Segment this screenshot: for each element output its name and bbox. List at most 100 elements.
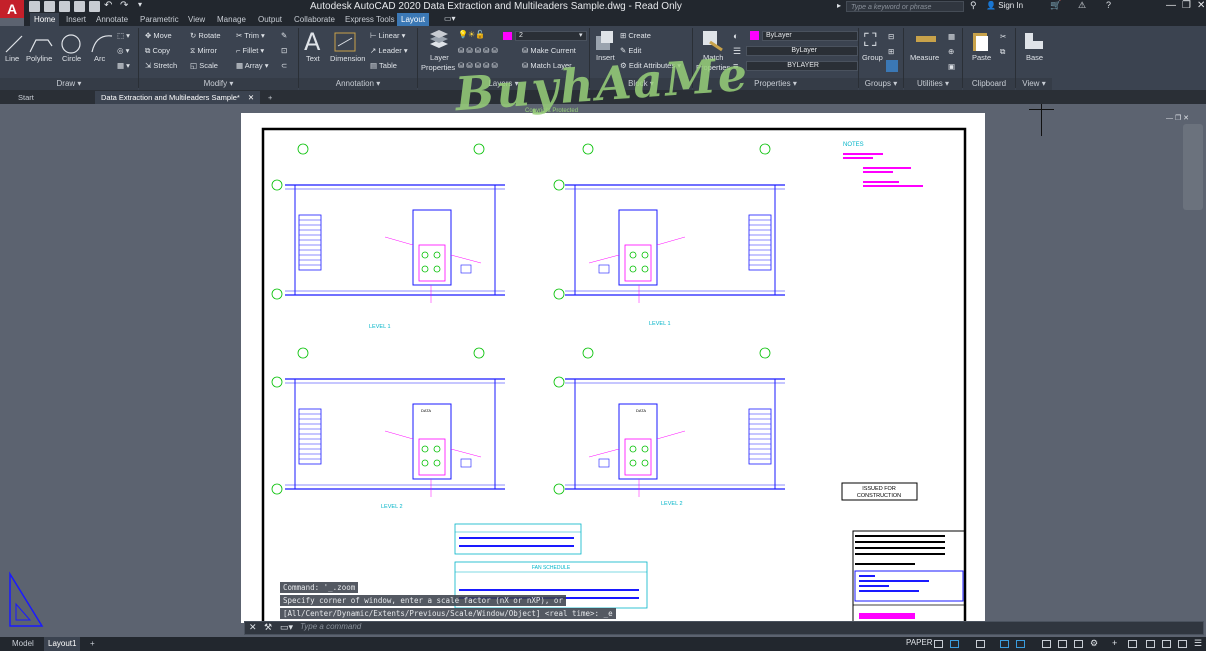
cut-icon[interactable]: ✂ <box>1000 32 1006 41</box>
cart-icon[interactable]: 🛒 <box>1050 0 1061 11</box>
trim-button[interactable]: ✂ Trim ▾ <box>236 31 265 40</box>
search-expand-icon[interactable]: ▸ <box>837 1 841 10</box>
annotation-scale-icon[interactable] <box>1128 640 1137 648</box>
gear-icon[interactable]: ⚙ <box>1090 638 1098 649</box>
binoculars-icon[interactable]: ⚲ <box>970 0 977 11</box>
ortho-icon[interactable] <box>976 640 985 648</box>
offset-icon[interactable]: ⊂ <box>281 61 287 70</box>
utilities-panel-title[interactable]: Utilities ▾ <box>904 78 962 90</box>
restore-icon[interactable]: ❐ <box>1182 0 1191 11</box>
copy-clip-icon[interactable]: ⧉ <box>1000 47 1005 57</box>
scale-button[interactable]: ◱ Scale <box>190 61 218 70</box>
help-search-input[interactable]: Type a keyword or phrase <box>846 1 964 12</box>
model-tab[interactable]: Model <box>12 637 34 651</box>
new-tab-button[interactable]: + <box>262 91 278 104</box>
lineweight-dropdown[interactable]: BYLAYER <box>746 61 858 71</box>
annotation-panel-title[interactable]: Annotation ▾ <box>299 78 417 90</box>
command-line-input[interactable] <box>244 621 1204 635</box>
start-tab[interactable]: Start <box>12 91 40 104</box>
color-dropdown[interactable]: ByLayer <box>762 31 858 41</box>
transparency-icon[interactable] <box>1074 640 1083 648</box>
array-button[interactable]: ▦ Array ▾ <box>236 61 269 70</box>
make-current-button[interactable]: ⛁ Make Current <box>522 46 576 55</box>
open-icon[interactable] <box>44 1 55 12</box>
sign-in-button[interactable]: 👤 Sign In <box>986 1 1023 10</box>
circle-button[interactable]: Circle <box>62 54 81 63</box>
tab-collaborate[interactable]: Collaborate <box>290 13 339 26</box>
tab-insert[interactable]: Insert <box>62 13 90 26</box>
autodesk-account-icon[interactable]: ⚠ <box>1078 0 1086 11</box>
osnap-icon[interactable] <box>1016 640 1025 648</box>
calculator-icon[interactable]: ▦ <box>948 32 955 41</box>
tab-layout[interactable]: Layout <box>397 13 430 26</box>
mirror-button[interactable]: ⧖ Mirror <box>190 46 217 56</box>
leader-dropdown[interactable]: ↗ Leader ▾ <box>370 46 408 55</box>
tab-output[interactable]: Output <box>254 13 286 26</box>
isolate-icon[interactable] <box>1162 640 1171 648</box>
otrack-icon[interactable] <box>1042 640 1051 648</box>
linetype-dropdown[interactable]: ByLayer <box>746 46 858 56</box>
qat-dropdown-icon[interactable]: ▾ <box>138 0 142 9</box>
navigation-bar[interactable] <box>1183 124 1203 210</box>
close-icon[interactable]: ✕ <box>1197 0 1205 11</box>
create-block-button[interactable]: ⊞ Create <box>620 31 651 40</box>
stretch-button[interactable]: ⇲ Stretch <box>145 61 177 70</box>
document-tab[interactable]: Data Extraction and Multileaders Sample*… <box>95 91 261 104</box>
layer-dropdown[interactable]: 2 <box>515 31 587 41</box>
minimize-icon[interactable]: — <box>1166 0 1176 11</box>
tab-manage[interactable]: Manage <box>213 13 250 26</box>
recent-commands-icon[interactable]: ▭▾ <box>280 622 293 633</box>
quick-select-icon[interactable]: ▣ <box>948 62 955 71</box>
view-panel-title[interactable]: View ▾ <box>1016 78 1052 90</box>
arc-button[interactable]: Arc <box>94 54 105 63</box>
save-as-icon[interactable] <box>74 1 85 12</box>
move-button[interactable]: ✥ Move <box>145 31 172 40</box>
tab-view[interactable]: View <box>184 13 209 26</box>
customize-icon[interactable]: ⚒ <box>264 622 272 633</box>
tab-express-tools[interactable]: Express Tools <box>341 13 399 26</box>
tab-parametric[interactable]: Parametric <box>136 13 183 26</box>
redo-icon[interactable]: ↷ <box>120 0 128 11</box>
layer-properties-button-line2[interactable]: Properties <box>421 63 455 72</box>
close-icon[interactable]: ✕ <box>249 622 257 633</box>
polar-icon[interactable] <box>1000 640 1009 648</box>
help-icon[interactable]: ? <box>1106 0 1111 10</box>
group-edit-icon[interactable]: ⊞ <box>888 47 894 56</box>
layer-tools-row1-icons[interactable]: ⛁ ⛁ ⛁ ⛁ ⛁ <box>458 46 498 55</box>
measure-button[interactable]: Measure <box>910 53 939 62</box>
base-button[interactable]: Base <box>1026 53 1043 62</box>
id-point-icon[interactable]: ⊕ <box>948 47 954 56</box>
undo-icon[interactable]: ↶ <box>104 0 112 11</box>
fillet-button[interactable]: ⌐ Fillet ▾ <box>236 46 264 55</box>
tab-annotate[interactable]: Annotate <box>92 13 132 26</box>
close-icon[interactable]: ✕ <box>248 93 254 102</box>
customization-menu-icon[interactable]: ☰ <box>1194 638 1202 649</box>
groups-panel-title[interactable]: Groups ▾ <box>859 78 903 90</box>
layout1-tab[interactable]: Layout1 <box>44 637 81 651</box>
clipboard-panel-title[interactable]: Clipboard <box>963 78 1015 90</box>
group-select-icon[interactable] <box>886 60 898 72</box>
new-icon[interactable] <box>29 1 40 12</box>
rotate-button[interactable]: ↻ Rotate <box>190 31 221 40</box>
plot-icon[interactable] <box>89 1 100 12</box>
hatch-icon[interactable]: ◎ ▾ <box>117 46 129 55</box>
dimension-button[interactable]: Dimension <box>330 54 365 63</box>
fullscreen-icon[interactable] <box>1178 640 1187 648</box>
rectangle-icon[interactable]: ⬚ ▾ <box>117 31 130 40</box>
layer-properties-button[interactable]: Layer <box>430 53 449 62</box>
gradient-icon[interactable]: ▦ ▾ <box>117 61 130 70</box>
line-button[interactable]: Line <box>5 54 19 63</box>
modify-panel-title[interactable]: Modify ▾ <box>139 78 298 90</box>
grid-icon[interactable] <box>950 640 959 648</box>
polyline-button[interactable]: Polyline <box>26 54 52 63</box>
table-button[interactable]: ▤ Table <box>370 61 397 70</box>
app-menu-button[interactable]: A <box>0 0 24 18</box>
plus-icon[interactable]: + <box>1112 638 1117 648</box>
lineweight-toggle-icon[interactable] <box>1058 640 1067 648</box>
copy-button[interactable]: ⧉ Copy <box>145 46 170 56</box>
paste-button[interactable]: Paste <box>972 53 991 62</box>
explode-icon[interactable]: ⊡ <box>281 46 287 55</box>
tab-home[interactable]: Home <box>30 13 60 26</box>
erase-icon[interactable]: ✎ <box>281 31 287 40</box>
group-button[interactable]: Group <box>862 53 883 62</box>
